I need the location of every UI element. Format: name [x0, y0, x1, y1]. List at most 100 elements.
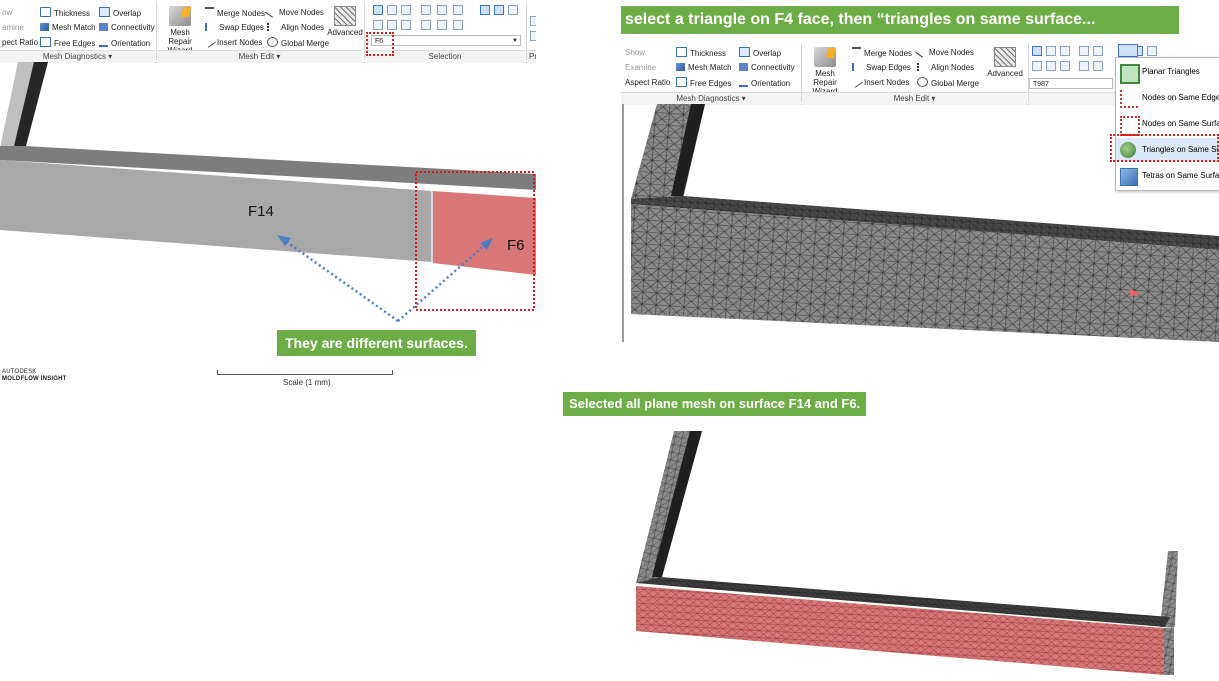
select-layer-icon[interactable] [1079, 61, 1089, 71]
swap-edges-label: Swap Edges [219, 23, 264, 32]
connectivity-item[interactable]: Connectivity [99, 22, 155, 33]
entity-selection-combo[interactable]: T987 [1029, 78, 1113, 89]
mesh-repair-wizard-icon [169, 6, 192, 26]
menu-item-tetras-same-surface[interactable]: Tetras on Same Surfac [1116, 164, 1219, 188]
nodes-same-surface-icon [1120, 116, 1140, 136]
align-nodes-label: Align Nodes [931, 63, 975, 72]
menu-item-label: Tetras on Same Surfac [1142, 171, 1219, 180]
orientation-item[interactable]: Orientation [739, 77, 790, 88]
f6-face [433, 191, 536, 275]
thickness-item[interactable]: Thickness [40, 7, 90, 18]
free-edges-item[interactable]: Free Edges [40, 37, 95, 48]
select-grid-icon[interactable] [1093, 46, 1103, 56]
select-mode-3-icon[interactable] [508, 5, 518, 15]
connectivity-item[interactable]: Connectivity [739, 62, 795, 73]
select-faces-icon[interactable] [401, 20, 411, 30]
select-property-icon[interactable] [453, 20, 463, 30]
aspect-ratio-item[interactable]: Aspect Ratio [625, 77, 670, 88]
selection-dropdown-menu: Planar Triangles Nodes on Same Edge Node… [1115, 57, 1219, 191]
aspect-ratio-item[interactable]: pect Ratio [2, 37, 38, 48]
select-arrow-icon[interactable] [373, 5, 383, 15]
select-faces-icon[interactable] [1060, 61, 1070, 71]
select-nodes-icon[interactable] [1032, 61, 1042, 71]
examine-item[interactable]: Examine [625, 62, 656, 73]
show-item[interactable]: ow [2, 7, 12, 18]
global-merge-item[interactable]: Global Merge [267, 37, 329, 48]
overlap-label: Overlap [113, 9, 142, 18]
select-expand-icon[interactable] [453, 5, 463, 15]
advanced-button[interactable]: Advanced [986, 47, 1024, 78]
select-layer-icon[interactable] [421, 20, 431, 30]
mesh-match-icon [40, 23, 49, 31]
select-group-icon[interactable] [437, 20, 447, 30]
swap-edges-item[interactable]: Swap Edges [205, 22, 264, 33]
select-group-icon[interactable] [1093, 61, 1103, 71]
overlap-item[interactable]: Overlap [739, 47, 781, 58]
insert-nodes-item[interactable]: Insert Nodes [203, 35, 262, 48]
mesh-diagnostics-group: Show Examine Aspect Ratio Thickness Mesh… [621, 42, 801, 92]
mesh-repair-wizard-button[interactable]: Mesh Repair Wizard [802, 47, 848, 96]
advanced-button[interactable]: Advanced [327, 6, 363, 37]
insert-nodes-item[interactable]: Insert Nodes [850, 75, 909, 88]
select-lasso-icon[interactable] [387, 5, 397, 15]
show-item[interactable]: Show [625, 47, 645, 58]
nodes-same-edge-icon [1120, 90, 1138, 108]
select-nodes-icon[interactable] [373, 20, 383, 30]
menu-item-nodes-same-surface[interactable]: Nodes on Same Surfa [1116, 112, 1219, 136]
properties-2-icon[interactable] [530, 31, 536, 41]
mesh-match-label: Mesh Match [52, 23, 96, 32]
mesh-diagnostics-group: ow amine pect Ratio Thickness Mesh Match… [0, 0, 155, 50]
select-box-icon[interactable] [421, 5, 431, 15]
properties-icon[interactable] [530, 16, 536, 26]
select-elements-icon[interactable] [1046, 61, 1056, 71]
free-edges-icon [676, 77, 687, 87]
move-nodes-item[interactable]: Move Nodes [265, 5, 324, 18]
select-grid-icon[interactable] [437, 5, 447, 15]
free-edges-icon [40, 37, 51, 47]
swap-edges-item[interactable]: Swap Edges [852, 62, 911, 73]
select-elements-icon[interactable] [387, 20, 397, 30]
insert-nodes-icon [203, 35, 216, 48]
select-box-icon[interactable] [1079, 46, 1089, 56]
global-merge-item[interactable]: Global Merge [917, 77, 979, 88]
move-nodes-icon [265, 5, 278, 18]
thickness-item[interactable]: Thickness [676, 47, 726, 58]
menu-item-nodes-same-edge[interactable]: Nodes on Same Edge [1116, 86, 1219, 110]
select-circle-icon[interactable] [401, 5, 411, 15]
swap-edges-label: Swap Edges [866, 63, 911, 72]
free-edges-label: Free Edges [54, 39, 96, 48]
planar-triangles-icon [1120, 64, 1140, 84]
face-label-f6: F6 [507, 237, 525, 254]
merge-nodes-item[interactable]: Merge Nodes [205, 7, 265, 18]
mesh-repair-wizard-button[interactable]: Mesh Repair Wizard [157, 6, 203, 55]
top-left-panel: ow amine pect Ratio Thickness Mesh Match… [0, 0, 536, 395]
mesh-match-icon [676, 63, 685, 71]
same-surface-dropdown-button[interactable] [1118, 44, 1138, 57]
mesh-match-item[interactable]: Mesh Match [40, 22, 96, 33]
align-nodes-icon [917, 63, 928, 71]
move-nodes-item[interactable]: Move Nodes [915, 45, 974, 58]
select-circle-icon[interactable] [1060, 46, 1070, 56]
merge-nodes-item[interactable]: Merge Nodes [852, 47, 912, 58]
ribbon-left: ow amine pect Ratio Thickness Mesh Match… [0, 0, 536, 63]
overlap-item[interactable]: Overlap [99, 7, 141, 18]
mesh-match-item[interactable]: Mesh Match [676, 62, 732, 73]
orientation-item[interactable]: Orientation [99, 37, 150, 48]
align-nodes-item[interactable]: Align Nodes [917, 62, 974, 73]
select-arrow-icon[interactable] [1032, 46, 1042, 56]
select-mode-2-icon[interactable] [494, 5, 504, 15]
align-nodes-item[interactable]: Align Nodes [267, 22, 324, 33]
triangles-same-surface-highlight [1110, 134, 1219, 162]
connectivity-icon [739, 63, 748, 71]
right-wall-mesh [1160, 551, 1178, 627]
select-mode-icon[interactable] [480, 5, 490, 15]
thickness-label: Thickness [690, 49, 727, 58]
select-lasso-icon[interactable] [1046, 46, 1056, 56]
select-mode-3-icon[interactable] [1147, 46, 1157, 56]
examine-item[interactable]: amine [2, 22, 24, 33]
free-edges-item[interactable]: Free Edges [676, 77, 731, 88]
thickness-icon [676, 47, 687, 57]
face-label-f14: F14 [248, 203, 274, 220]
instruction-label: select a triangle on F4 face, then “tria… [621, 6, 1179, 34]
menu-item-planar-triangles[interactable]: Planar Triangles [1116, 60, 1219, 84]
